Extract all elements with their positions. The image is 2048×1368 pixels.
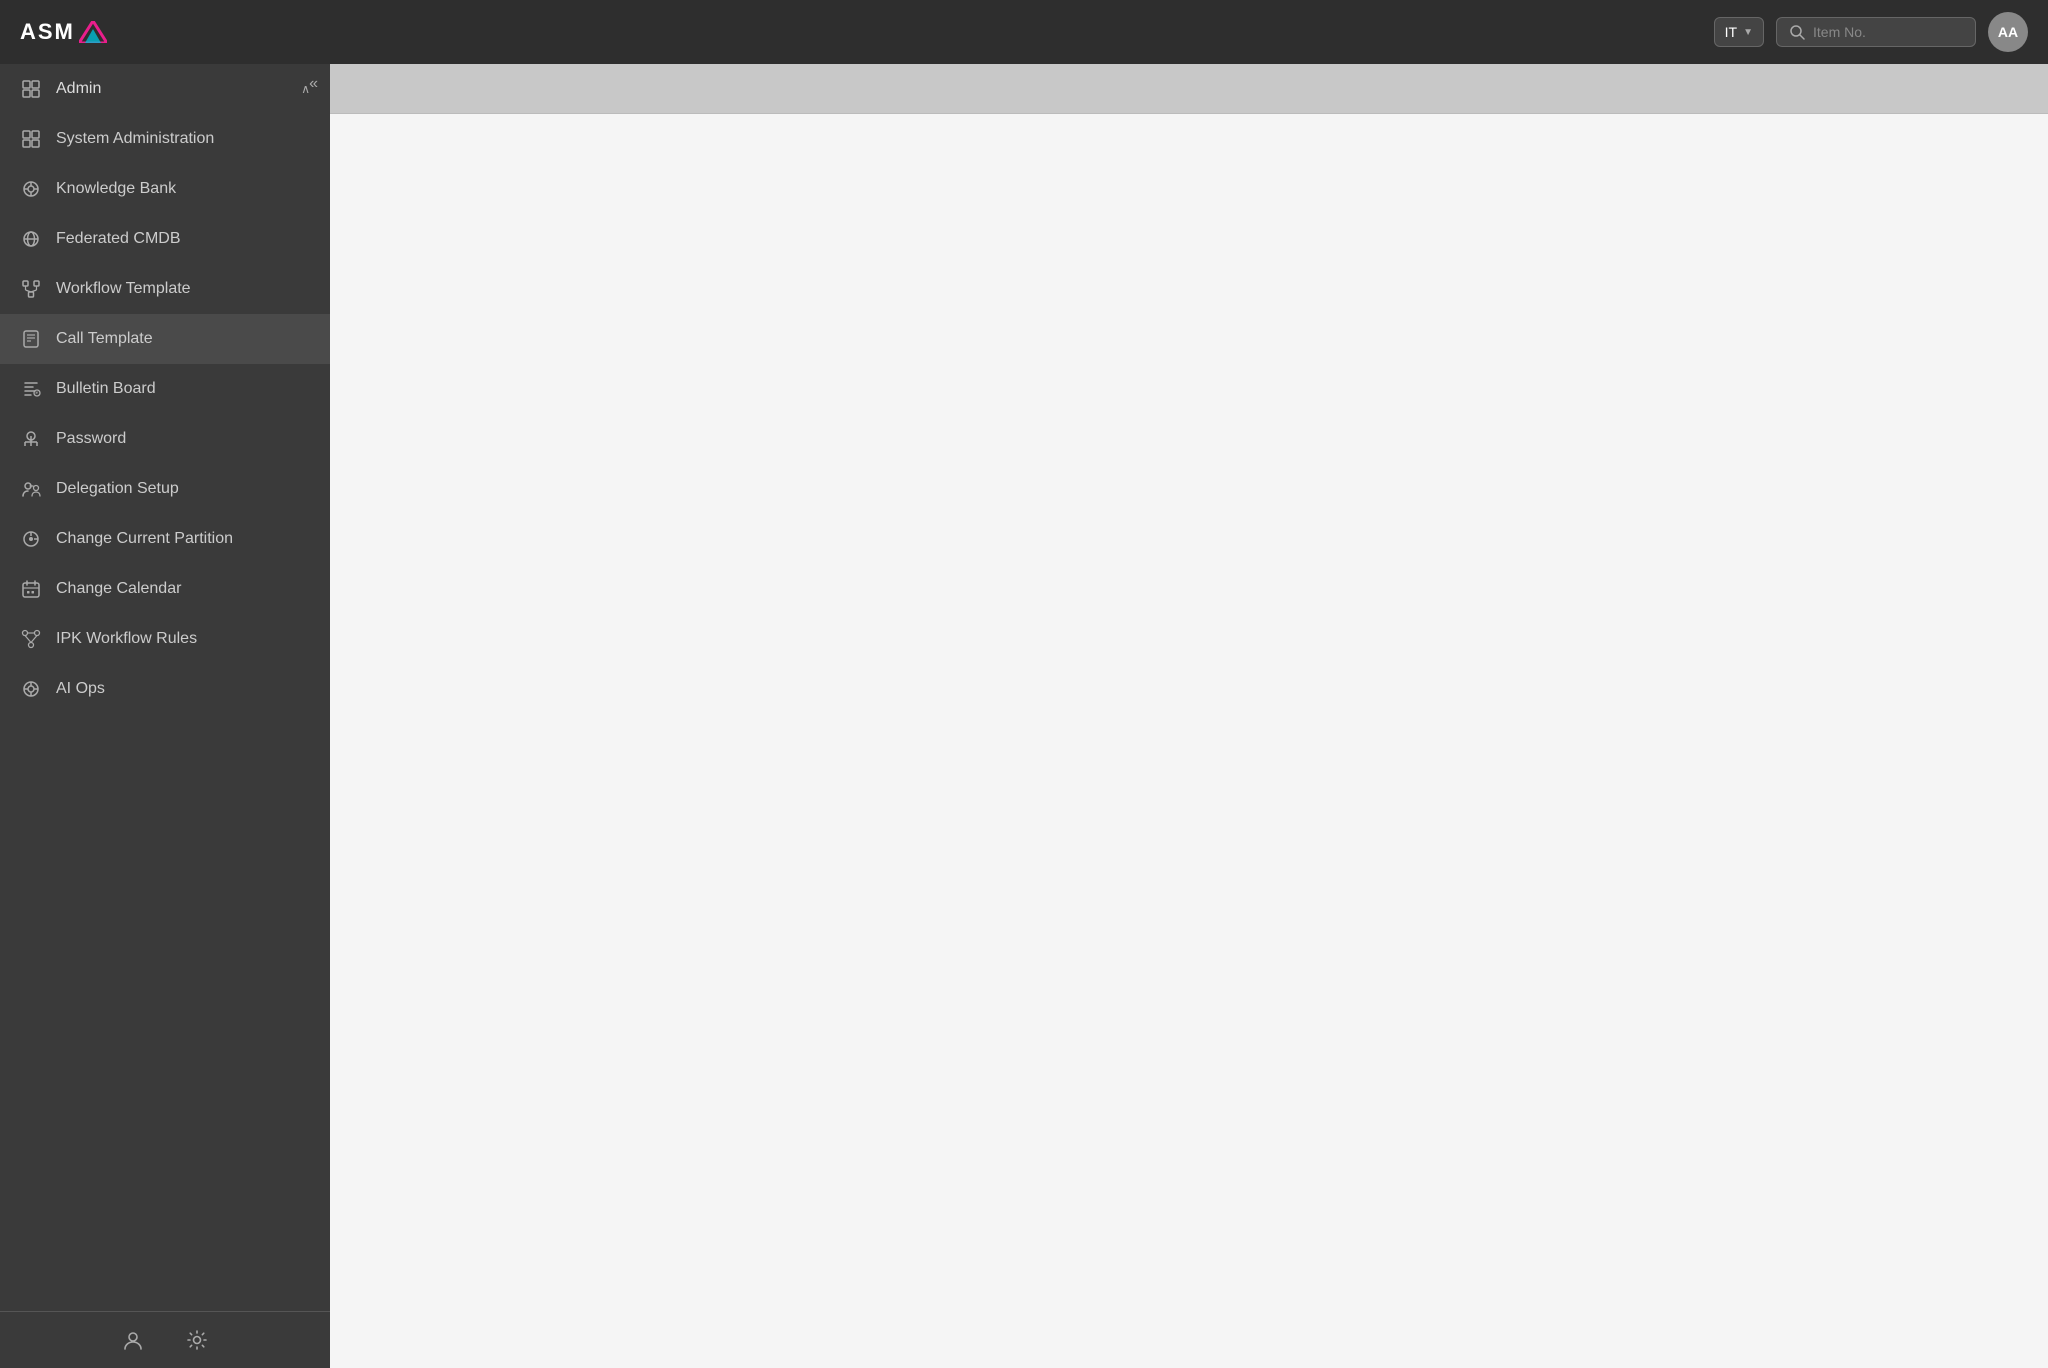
- sidebar-collapse-button[interactable]: «: [309, 76, 318, 92]
- sidebar-item-password[interactable]: Password: [0, 414, 330, 464]
- sidebar-item-federated-cmdb[interactable]: Federated CMDB: [0, 214, 330, 264]
- content-area: [330, 64, 2048, 1368]
- sidebar-item-label-password: Password: [56, 430, 126, 448]
- sidebar-item-label-change-current-partition: Change Current Partition: [56, 530, 233, 548]
- sidebar-item-label-call-template: Call Template: [56, 330, 153, 348]
- sidebar-group-label-admin: Admin: [56, 80, 101, 98]
- sidebar-item-bulletin-board[interactable]: Bulletin Board: [0, 364, 330, 414]
- sidebar-item-change-calendar[interactable]: Change Calendar: [0, 564, 330, 614]
- sidebar-item-label-knowledge-bank: Knowledge Bank: [56, 180, 176, 198]
- ipk-workflow-rules-icon: [20, 628, 42, 650]
- sidebar-item-change-current-partition[interactable]: Change Current Partition: [0, 514, 330, 564]
- logo: ASM: [20, 19, 107, 45]
- search-icon: [1789, 24, 1805, 40]
- ai-ops-icon: [20, 678, 42, 700]
- sidebar-item-delegation-setup[interactable]: Delegation Setup: [0, 464, 330, 514]
- avatar[interactable]: AA: [1988, 12, 2028, 52]
- sidebar-item-label-bulletin-board: Bulletin Board: [56, 380, 156, 398]
- sidebar-item-label-workflow-template: Workflow Template: [56, 280, 191, 298]
- sidebar-item-ipk-workflow-rules[interactable]: IPK Workflow Rules: [0, 614, 330, 664]
- sidebar-item-label-ai-ops: AI Ops: [56, 680, 105, 698]
- delegation-setup-icon: [20, 478, 42, 500]
- sidebar-item-label-system-administration: System Administration: [56, 130, 214, 148]
- federated-cmdb-icon: [20, 228, 42, 250]
- sidebar-bottom: [0, 1311, 330, 1368]
- bulletin-board-icon: [20, 378, 42, 400]
- settings-icon[interactable]: [185, 1328, 209, 1352]
- sidebar-item-knowledge-bank[interactable]: Knowledge Bank: [0, 164, 330, 214]
- content-header: [330, 64, 2048, 114]
- workflow-template-icon: [20, 278, 42, 300]
- sidebar-group-admin[interactable]: Admin ∧: [0, 64, 330, 114]
- partition-label: IT: [1725, 24, 1737, 40]
- search-box: [1776, 17, 1976, 47]
- partition-selector[interactable]: IT ▼: [1714, 17, 1764, 47]
- password-icon: [20, 428, 42, 450]
- sidebar-item-label-delegation-setup: Delegation Setup: [56, 480, 179, 498]
- admin-icon: [20, 78, 42, 100]
- logo-icon: [79, 21, 107, 43]
- chevron-down-icon: ▼: [1743, 27, 1753, 38]
- sidebar-item-label-federated-cmdb: Federated CMDB: [56, 230, 181, 248]
- sidebar-item-call-template[interactable]: Call Template: [0, 314, 330, 364]
- logo-text: ASM: [20, 19, 75, 45]
- sidebar: « Admin ∧: [0, 64, 330, 1368]
- call-template-icon: [20, 328, 42, 350]
- sidebar-item-label-ipk-workflow-rules: IPK Workflow Rules: [56, 630, 197, 648]
- main-layout: « Admin ∧: [0, 64, 2048, 1368]
- system-administration-icon: [20, 128, 42, 150]
- sidebar-item-ai-ops[interactable]: AI Ops: [0, 664, 330, 714]
- sidebar-item-system-administration[interactable]: System Administration: [0, 114, 330, 164]
- change-calendar-icon: [20, 578, 42, 600]
- header-right: IT ▼ AA: [1714, 12, 2028, 52]
- user-icon[interactable]: [121, 1328, 145, 1352]
- knowledge-bank-icon: [20, 178, 42, 200]
- app-header: ASM IT ▼ AA: [0, 0, 2048, 64]
- sidebar-item-label-change-calendar: Change Calendar: [56, 580, 181, 598]
- change-current-partition-icon: [20, 528, 42, 550]
- search-input[interactable]: [1813, 24, 1963, 40]
- sidebar-item-workflow-template[interactable]: Workflow Template: [0, 264, 330, 314]
